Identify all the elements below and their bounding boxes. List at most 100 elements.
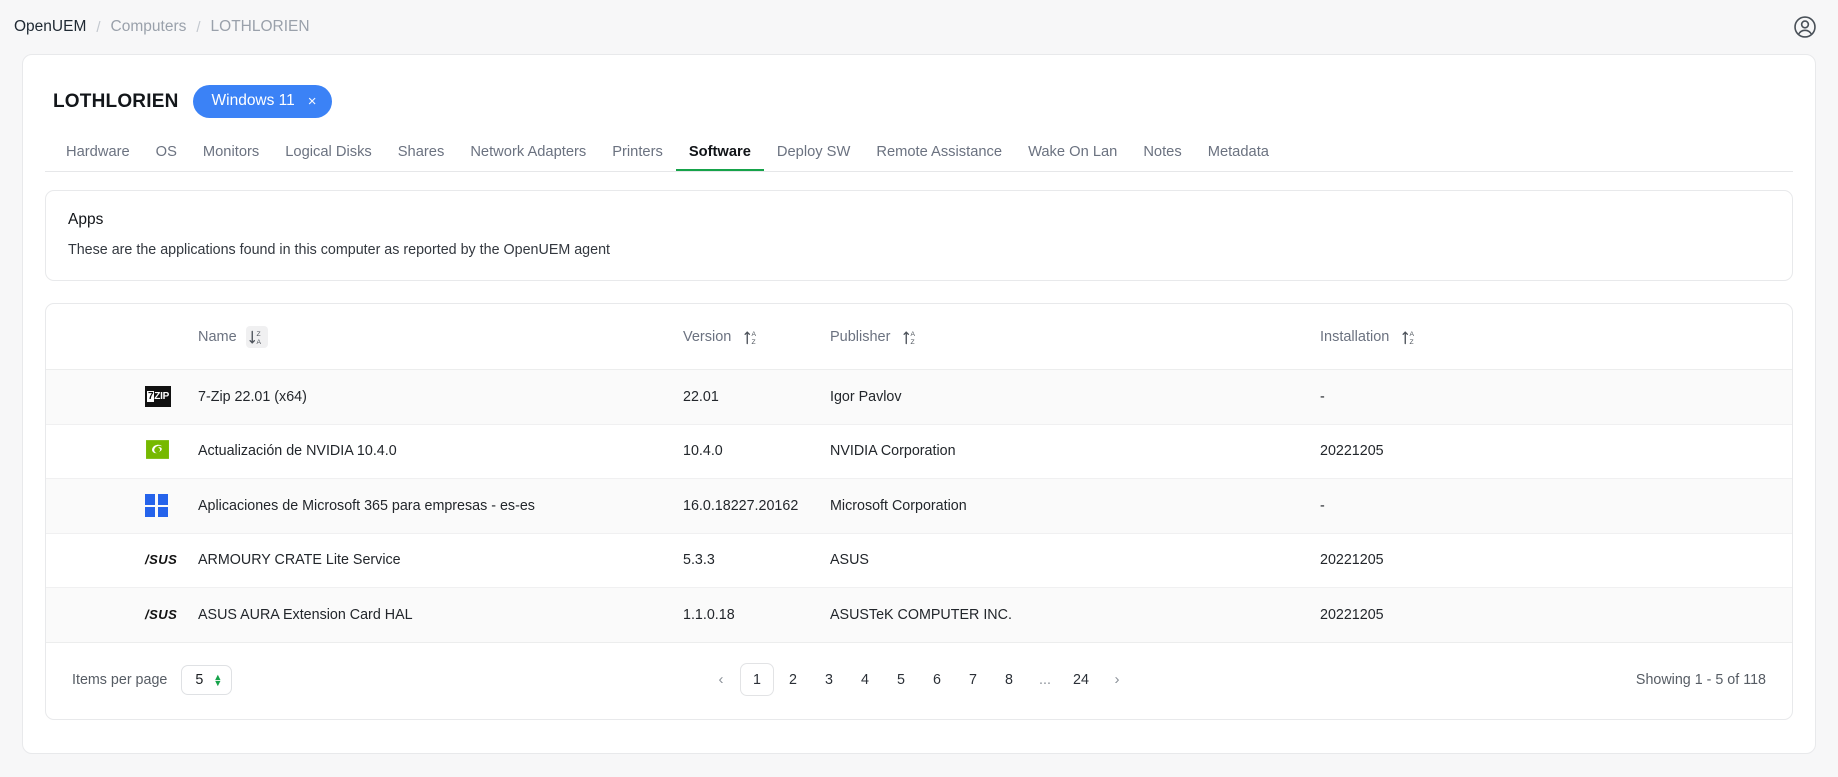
chevron-updown-icon: ▲ ▼ xyxy=(213,671,223,688)
app-name: Actualización de NVIDIA 10.4.0 xyxy=(198,424,683,479)
app-installation: 20221205 xyxy=(1320,587,1792,643)
table-row[interactable]: 7 ZIP 7-Zip 22.01 (x64) 22.01 Igor Pavlov… xyxy=(46,369,1792,425)
next-page-button[interactable]: › xyxy=(1100,663,1134,696)
breadcrumb: OpenUEM / Computers / LOTHLORIEN xyxy=(14,18,310,36)
column-header-name: Name Z A xyxy=(198,304,683,370)
app-icon-cell: /SUS xyxy=(46,587,198,643)
breadcrumb-separator: / xyxy=(196,18,201,36)
page-button-3[interactable]: 3 xyxy=(812,663,846,696)
table-row[interactable]: Aplicaciones de Microsoft 365 para empre… xyxy=(46,478,1792,534)
breadcrumb-item-computers[interactable]: Computers xyxy=(111,18,187,36)
asus-icon: /SUS xyxy=(145,606,178,622)
tab-os[interactable]: OS xyxy=(143,138,190,171)
tab-hardware[interactable]: Hardware xyxy=(53,138,143,171)
tab-software[interactable]: Software xyxy=(675,138,764,171)
column-label-publisher: Publisher xyxy=(830,329,891,345)
prev-page-button[interactable]: ‹ xyxy=(704,663,738,696)
breadcrumb-item-openuem[interactable]: OpenUEM xyxy=(14,18,86,36)
sort-descending-za-icon[interactable]: Z A xyxy=(245,326,268,348)
page-button-1[interactable]: 1 xyxy=(740,663,774,696)
tab-wake-on-lan[interactable]: Wake On Lan xyxy=(1015,138,1130,171)
svg-text:Z: Z xyxy=(751,338,755,345)
sort-ascending-az-icon[interactable]: A Z xyxy=(899,326,921,348)
svg-text:Z: Z xyxy=(1409,338,1413,345)
items-per-page-value: 5 xyxy=(195,671,204,688)
apps-table-head: Name Z A Version A Z Publisher A Z Insta… xyxy=(46,304,1792,370)
svg-text:Z: Z xyxy=(910,338,914,345)
items-per-page-select[interactable]: 5 ▲ ▼ xyxy=(181,664,233,695)
table-header-row: Name Z A Version A Z Publisher A Z Insta… xyxy=(46,304,1792,370)
app-name: ARMOURY CRATE Lite Service xyxy=(198,533,683,588)
column-label-version: Version xyxy=(683,329,732,345)
pagination: Items per page 5 ▲ ▼ ‹ 1 2 3 4 5 6 7 8 ..… xyxy=(46,643,1792,719)
os-badge[interactable]: Windows 11 × xyxy=(192,85,332,118)
tab-notes[interactable]: Notes xyxy=(1130,138,1194,171)
app-version: 22.01 xyxy=(683,369,830,425)
table-row[interactable]: /SUS ASUS AURA Extension Card HAL 1.1.0.… xyxy=(46,587,1792,643)
items-per-page-label: Items per page xyxy=(72,671,168,688)
apps-table-body: 7 ZIP 7-Zip 22.01 (x64) 22.01 Igor Pavlov… xyxy=(46,369,1792,643)
page-button-8[interactable]: 8 xyxy=(992,663,1026,696)
page-title: LOTHLORIEN xyxy=(53,90,179,112)
table-row[interactable]: Actualización de NVIDIA 10.4.0 10.4.0 NV… xyxy=(46,424,1792,479)
apps-info-panel: Apps These are the applications found in… xyxy=(45,190,1793,281)
sort-ascending-az-icon[interactable]: A Z xyxy=(1398,326,1420,348)
apps-table: Name Z A Version A Z Publisher A Z Insta… xyxy=(46,304,1792,643)
tab-metadata[interactable]: Metadata xyxy=(1195,138,1282,171)
app-version: 10.4.0 xyxy=(683,424,830,479)
top-bar: OpenUEM / Computers / LOTHLORIEN xyxy=(0,0,1838,54)
svg-text:A: A xyxy=(910,331,915,338)
account-circle-icon[interactable] xyxy=(1792,14,1818,40)
page-button-24[interactable]: 24 xyxy=(1064,663,1098,696)
asus-icon: /SUS xyxy=(145,552,178,568)
tab-shares[interactable]: Shares xyxy=(385,138,458,171)
page-button-4[interactable]: 4 xyxy=(848,663,882,696)
breadcrumb-item-lothlorien[interactable]: LOTHLORIEN xyxy=(211,18,310,36)
app-publisher: Igor Pavlov xyxy=(830,369,1320,425)
tab-logical-disks[interactable]: Logical Disks xyxy=(272,138,385,171)
computer-detail-card: LOTHLORIEN Windows 11 × Hardware OS Moni… xyxy=(22,54,1816,754)
app-publisher: ASUS xyxy=(830,533,1320,588)
microsoft-icon xyxy=(145,494,168,518)
breadcrumb-separator: / xyxy=(96,18,101,36)
sort-ascending-az-icon[interactable]: A Z xyxy=(740,326,762,348)
tab-monitors[interactable]: Monitors xyxy=(190,138,272,171)
app-icon-cell xyxy=(46,424,198,479)
app-publisher: NVIDIA Corporation xyxy=(830,424,1320,479)
seven-zip-icon: 7 ZIP xyxy=(145,386,171,408)
column-header-icon xyxy=(46,304,198,370)
page-button-7[interactable]: 7 xyxy=(956,663,990,696)
apps-table-card: Name Z A Version A Z Publisher A Z Insta… xyxy=(45,303,1793,720)
app-version: 1.1.0.18 xyxy=(683,587,830,643)
app-name: ASUS AURA Extension Card HAL xyxy=(198,587,683,643)
tab-printers[interactable]: Printers xyxy=(599,138,676,171)
app-version: 16.0.18227.20162 xyxy=(683,478,830,534)
column-label-name: Name xyxy=(198,329,237,345)
svg-text:A: A xyxy=(1409,331,1414,338)
tab-network-adapters[interactable]: Network Adapters xyxy=(457,138,599,171)
tab-remote-assistance[interactable]: Remote Assistance xyxy=(863,138,1015,171)
page-ellipsis: ... xyxy=(1039,671,1051,688)
svg-text:A: A xyxy=(257,338,262,345)
app-version: 5.3.3 xyxy=(683,533,830,588)
column-label-installation: Installation xyxy=(1320,329,1390,345)
table-row[interactable]: /SUS ARMOURY CRATE Lite Service 5.3.3 AS… xyxy=(46,533,1792,588)
page-button-6[interactable]: 6 xyxy=(920,663,954,696)
app-installation: 20221205 xyxy=(1320,424,1792,479)
column-header-installation: Installation A Z xyxy=(1320,304,1792,370)
items-per-page: Items per page 5 ▲ ▼ xyxy=(72,664,233,695)
detail-tabs: Hardware OS Monitors Logical Disks Share… xyxy=(45,138,1793,172)
page-list: ‹ 1 2 3 4 5 6 7 8 ... 24 › xyxy=(703,663,1135,696)
column-header-version: Version A Z xyxy=(683,304,830,370)
app-installation: - xyxy=(1320,369,1792,425)
tab-deploy-sw[interactable]: Deploy SW xyxy=(764,138,863,171)
apps-panel-description: These are the applications found in this… xyxy=(68,242,611,258)
app-icon-cell xyxy=(46,478,198,534)
nvidia-icon xyxy=(145,437,170,462)
page-button-2[interactable]: 2 xyxy=(776,663,810,696)
page-button-5[interactable]: 5 xyxy=(884,663,918,696)
app-installation: - xyxy=(1320,478,1792,534)
app-name: Aplicaciones de Microsoft 365 para empre… xyxy=(198,478,683,534)
os-badge-label: Windows 11 xyxy=(211,92,295,109)
close-icon[interactable]: × xyxy=(308,94,317,109)
